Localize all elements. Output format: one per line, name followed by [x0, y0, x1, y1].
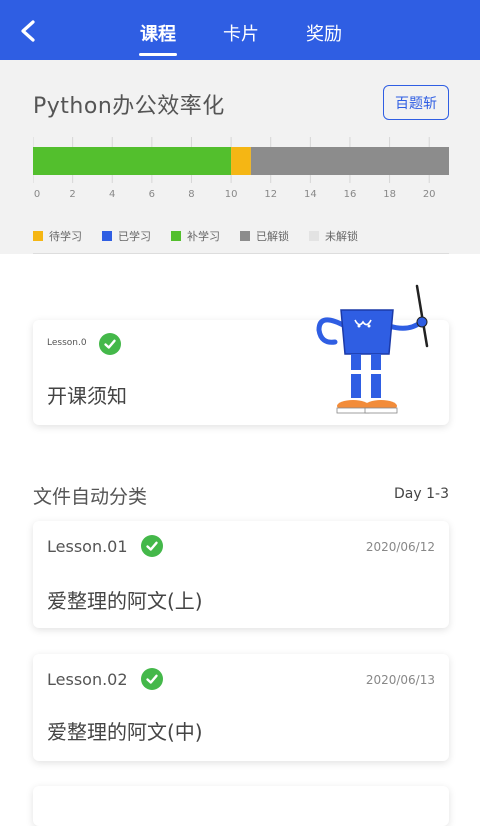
lesson-card[interactable]: Lesson.02 2020/06/13 爱整理的阿文(中): [33, 654, 449, 761]
legend-swatch: [171, 231, 181, 241]
course-title: Python办公效率化: [33, 94, 225, 119]
legend-swatch: [102, 231, 112, 241]
tab-rewards[interactable]: 奖励: [305, 20, 343, 56]
legend-label: 未解锁: [325, 230, 358, 243]
x-tick-label: 12: [264, 189, 277, 200]
lesson-card[interactable]: Lesson.01 2020/06/12 爱整理的阿文(上): [33, 521, 449, 628]
legend-label: 补学习: [187, 230, 220, 243]
section-title: 文件自动分类: [33, 486, 148, 508]
x-tick-label: 10: [225, 189, 238, 200]
x-tick-label: 0: [34, 189, 40, 200]
completed-check-icon: [141, 535, 163, 557]
x-tick-label: 2: [69, 189, 75, 200]
x-tick-label: 6: [149, 189, 155, 200]
x-tick-label: 8: [188, 189, 194, 200]
summary-divider: [33, 253, 449, 254]
quiz-button[interactable]: 百题斩: [383, 85, 449, 120]
lesson-number: Lesson.0: [47, 338, 87, 348]
legend-swatch: [309, 231, 319, 241]
x-tick-label: 20: [423, 189, 436, 200]
progress-chart: 0 2 4 6 8 10 12 14 16 18 20: [33, 137, 449, 200]
teacher-mascot-illustration: [316, 284, 429, 414]
x-tick-label: 4: [109, 189, 115, 200]
legend-item: 已学习: [102, 228, 151, 244]
x-tick-label: 16: [344, 189, 357, 200]
lesson-number: Lesson.01: [47, 537, 128, 556]
legend-item: 待学习: [33, 228, 82, 244]
back-arrow-icon[interactable]: [18, 20, 40, 42]
lesson-title: 开课须知: [47, 384, 127, 408]
legend-label: 待学习: [49, 230, 82, 243]
legend-item: 补学习: [171, 228, 220, 244]
bar-segment: [250, 147, 449, 175]
legend-swatch: [240, 231, 250, 241]
lesson-date: 2020/06/12: [365, 540, 435, 554]
lesson-title: 爱整理的阿文(上): [47, 589, 203, 613]
bar-segment: [33, 147, 232, 175]
legend-label: 已解锁: [256, 230, 289, 243]
legend-swatch: [33, 231, 43, 241]
legend-label: 已学习: [118, 230, 151, 243]
section-day-range: Day 1-3: [394, 486, 449, 502]
top-nav-bar: 课程 卡片 奖励: [0, 0, 480, 60]
lesson-title: 爱整理的阿文(中): [47, 720, 203, 744]
legend-item: 未解锁: [309, 228, 358, 244]
lesson-date: 2020/06/13: [365, 673, 435, 687]
x-tick-label: 18: [383, 189, 396, 200]
lesson-number: Lesson.02: [47, 670, 128, 689]
tab-course[interactable]: 课程: [139, 20, 177, 56]
lesson-card-partial[interactable]: [33, 786, 449, 826]
completed-check-icon: [99, 333, 121, 355]
x-tick-label: 14: [304, 189, 317, 200]
chart-legend: 待学习 已学习 补学习 已解锁 未解锁: [33, 228, 378, 244]
legend-item: 已解锁: [240, 228, 289, 244]
completed-check-icon: [141, 668, 163, 690]
tab-cards[interactable]: 卡片: [222, 20, 260, 56]
bar-segment: [231, 147, 251, 175]
